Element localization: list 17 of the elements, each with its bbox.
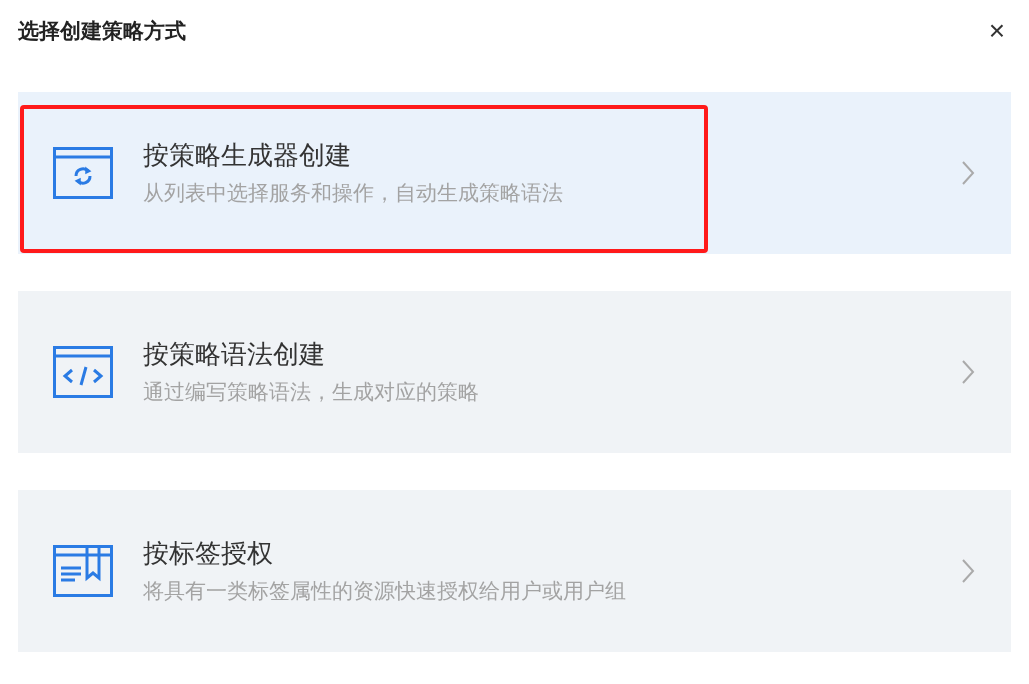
bookmark-document-icon	[53, 545, 113, 597]
option-description: 从列表中选择服务和操作，自动生成策略语法	[143, 180, 564, 206]
refresh-window-icon	[53, 147, 113, 199]
option-card[interactable]: 按策略生成器创建 从列表中选择服务和操作，自动生成策略语法	[18, 92, 1011, 254]
option-card[interactable]: 按策略语法创建 通过编写策略语法，生成对应的策略	[18, 291, 1011, 453]
chevron-right-icon	[961, 359, 975, 385]
code-window-icon	[53, 346, 113, 398]
close-button[interactable]: ×	[988, 17, 1005, 45]
dialog-title: 选择创建策略方式	[18, 18, 186, 45]
chevron-right-icon	[961, 160, 975, 186]
option-title: 按标签授权	[143, 537, 274, 570]
option-description: 通过编写策略语法，生成对应的策略	[143, 379, 480, 405]
option-card[interactable]: 按标签授权 将具有一类标签属性的资源快速授权给用户或用户组	[18, 490, 1011, 652]
chevron-right-icon	[961, 558, 975, 584]
option-title: 按策略语法创建	[143, 338, 326, 371]
option-title: 按策略生成器创建	[143, 139, 352, 172]
option-description: 将具有一类标签属性的资源快速授权给用户或用户组	[143, 578, 627, 604]
